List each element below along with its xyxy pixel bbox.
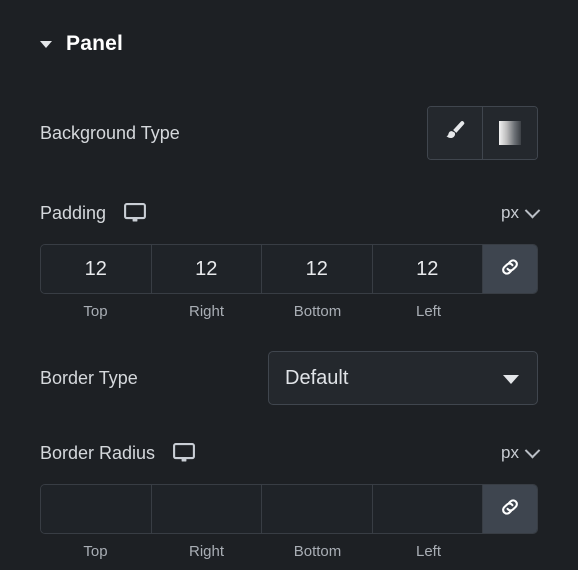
panel-root: Panel Background Type Padding px 12 12 1…: [0, 0, 578, 570]
padding-dimension-control: [0, 244, 578, 294]
row-border-radius-header: Border Radius px: [0, 438, 578, 468]
border-radius-label: Border Radius: [40, 443, 156, 463]
border-radius-bottom-input[interactable]: [262, 485, 373, 533]
border-radius-unit-switcher[interactable]: px: [501, 442, 541, 463]
padding-right-input[interactable]: [151, 245, 262, 293]
border-radius-link-values-button[interactable]: [483, 485, 537, 533]
background-type-label: Background Type: [40, 123, 180, 143]
padding-label-bottom: Bottom: [293, 303, 342, 320]
border-radius-fields-wrap: [40, 484, 538, 534]
desktop-monitor-icon[interactable]: [173, 443, 196, 463]
link-chain-icon: [498, 495, 522, 524]
border-radius-unit-label: px: [501, 443, 519, 462]
border-radius-label-left: Left: [415, 543, 442, 560]
padding-label-right: Right: [188, 303, 225, 320]
chevron-down-icon: [524, 202, 541, 218]
triangle-down-icon: [503, 375, 519, 384]
padding-label-spacer: [484, 303, 538, 320]
border-radius-label-top: Top: [83, 543, 108, 560]
border-radius-side-labels: Top Right Bottom Left: [0, 543, 578, 560]
padding-left-input[interactable]: [372, 245, 483, 293]
padding-label-left: Left: [415, 303, 442, 320]
background-type-gradient-button[interactable]: [482, 107, 537, 159]
caret-down-icon: [40, 40, 52, 48]
padding-top-input[interactable]: [41, 245, 152, 293]
border-type-label: Border Type: [40, 368, 138, 388]
page-title: Panel: [66, 31, 124, 55]
gradient-swatch-icon: [499, 121, 521, 145]
paint-brush-icon: [442, 118, 468, 149]
background-type-toggle-group[interactable]: [427, 106, 538, 160]
border-radius-top-input[interactable]: [41, 485, 152, 533]
border-radius-left-input[interactable]: [372, 485, 483, 533]
row-border-type: Border Type Default: [0, 351, 578, 405]
border-radius-label-spacer: [484, 543, 538, 560]
chevron-down-icon: [524, 442, 541, 458]
padding-bottom-input[interactable]: [262, 245, 373, 293]
border-type-select[interactable]: Default: [268, 351, 538, 405]
border-radius-label-right: Right: [188, 543, 225, 560]
background-type-classic-button[interactable]: [428, 107, 482, 159]
border-type-selected-value: Default: [285, 367, 349, 389]
desktop-monitor-icon[interactable]: [124, 203, 147, 223]
link-chain-icon: [498, 255, 522, 284]
border-radius-dimension-control: [0, 484, 578, 534]
row-padding-header: Padding px: [0, 198, 578, 228]
padding-fields-wrap: [40, 244, 538, 294]
row-background-type: Background Type: [0, 106, 578, 160]
border-radius-right-input[interactable]: [151, 485, 262, 533]
padding-label: Padding: [40, 203, 107, 223]
padding-side-labels: Top Right Bottom Left: [0, 303, 578, 320]
section-header-panel[interactable]: Panel: [0, 0, 578, 60]
border-radius-label-bottom: Bottom: [293, 543, 342, 560]
padding-unit-switcher[interactable]: px: [501, 202, 541, 223]
padding-unit-label: px: [501, 203, 519, 222]
padding-label-top: Top: [83, 303, 108, 320]
padding-link-values-button[interactable]: [483, 245, 537, 293]
